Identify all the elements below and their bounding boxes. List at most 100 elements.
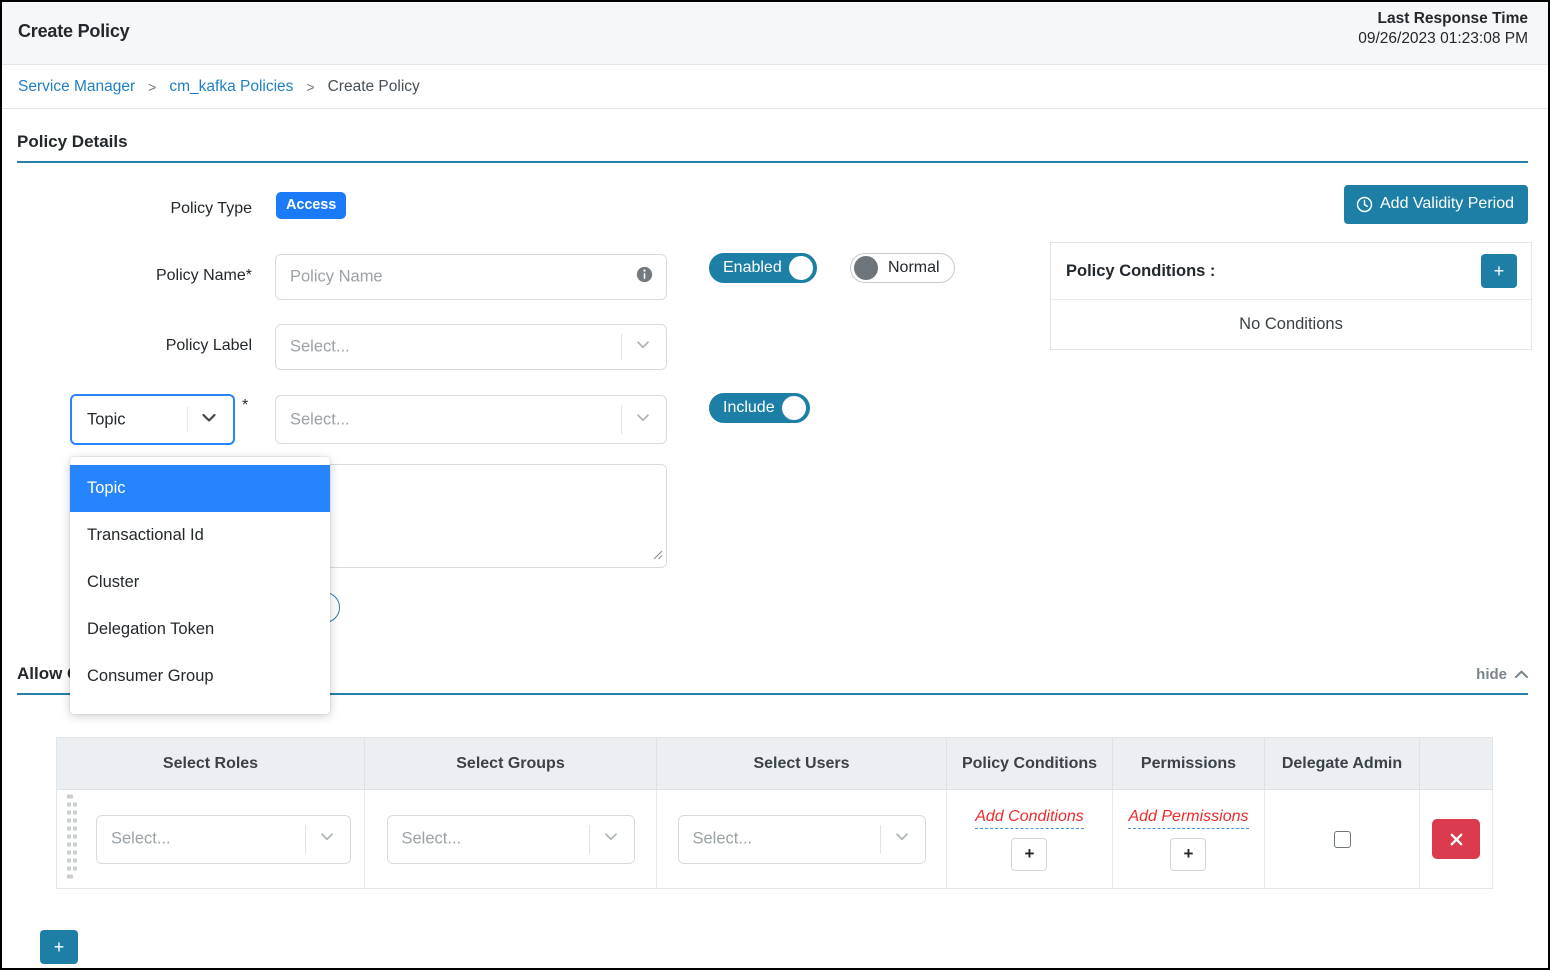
clock-icon [1356, 196, 1373, 213]
column-header-permissions: Permissions [1113, 738, 1265, 789]
resource-type-select[interactable]: Topic [70, 394, 235, 445]
normal-toggle[interactable]: Normal [850, 253, 955, 283]
resource-value-select[interactable]: Select... [275, 395, 667, 444]
users-placeholder: Select... [693, 830, 753, 849]
column-header-select-roles: Select Roles [57, 738, 365, 789]
allow-conditions-table: Select Roles Select Groups Select Users … [56, 737, 1493, 889]
add-validity-period-label: Add Validity Period [1380, 195, 1514, 213]
roles-placeholder: Select... [111, 830, 171, 849]
add-conditions-button[interactable]: + [1011, 838, 1047, 871]
drag-handle-icon[interactable] [66, 793, 79, 886]
users-select[interactable]: Select... [678, 815, 926, 864]
policy-type-label: Policy Type [42, 200, 252, 218]
dropdown-option-transactional-id[interactable]: Transactional Id [70, 512, 330, 559]
policy-name-placeholder: Policy Name [290, 268, 383, 287]
include-toggle[interactable]: Include [709, 393, 810, 423]
roles-select[interactable]: Select... [96, 815, 351, 864]
include-toggle-label: Include [710, 399, 775, 417]
cell-select-roles: Select... [57, 790, 365, 888]
normal-toggle-label: Normal [879, 259, 940, 277]
dropdown-option-consumer-group[interactable]: Consumer Group [70, 653, 330, 700]
groups-select[interactable]: Select... [387, 815, 635, 864]
last-response-time-value: 09/26/2023 01:23:08 PM [1358, 28, 1528, 49]
resource-type-value: Topic [87, 410, 126, 429]
dropdown-option-delegation-token[interactable]: Delegation Token [70, 606, 330, 653]
groups-placeholder: Select... [402, 830, 462, 849]
policy-conditions-panel: Policy Conditions : + No Conditions [1050, 242, 1532, 350]
top-bar: Create Policy Last Response Time 09/26/2… [2, 2, 1548, 65]
dropdown-option-cluster[interactable]: Cluster [70, 559, 330, 606]
breadcrumb-separator-1: > [148, 79, 156, 95]
policy-type-badge[interactable]: Access [276, 192, 346, 219]
column-header-select-users: Select Users [657, 738, 947, 789]
info-icon[interactable] [636, 266, 653, 288]
policy-name-label: Policy Name* [42, 267, 252, 285]
breadcrumb: Service Manager > cm_kafka Policies > Cr… [2, 65, 1548, 109]
close-icon [1449, 832, 1464, 847]
policy-details-rule [17, 161, 1528, 163]
resource-type-dropdown-menu[interactable]: Topic Transactional Id Cluster Delegatio… [70, 457, 330, 714]
add-permissions-button[interactable]: + [1170, 838, 1206, 871]
resource-value-divider [621, 405, 622, 434]
page-title: Create Policy [18, 21, 129, 42]
cell-policy-conditions: Add Conditions + [947, 790, 1113, 888]
groups-divider [589, 825, 590, 854]
chevron-down-icon [893, 828, 911, 851]
normal-toggle-knob [854, 256, 878, 280]
roles-divider [305, 825, 306, 854]
breadcrumb-item-create-policy: Create Policy [328, 78, 420, 96]
add-validity-period-button[interactable]: Add Validity Period [1344, 185, 1528, 224]
enabled-toggle-knob [789, 256, 813, 280]
cell-permissions: Add Permissions + [1113, 790, 1265, 888]
policy-conditions-title: Policy Conditions : [1066, 262, 1215, 281]
chevron-down-icon [634, 408, 652, 431]
app-window: Create Policy Last Response Time 09/26/2… [0, 0, 1550, 970]
resize-grip-icon[interactable] [649, 546, 663, 565]
resource-required-asterisk: * [242, 397, 248, 415]
breadcrumb-item-cm-kafka-policies[interactable]: cm_kafka Policies [169, 78, 293, 96]
column-header-select-groups: Select Groups [365, 738, 657, 789]
column-header-actions [1420, 738, 1492, 789]
policy-label-label: Policy Label [42, 337, 252, 355]
resource-value-placeholder: Select... [290, 410, 350, 429]
delegate-admin-checkbox[interactable] [1334, 831, 1351, 848]
column-header-policy-conditions: Policy Conditions [947, 738, 1113, 789]
cell-delegate-admin [1265, 790, 1420, 888]
last-response-time: Last Response Time 09/26/2023 01:23:08 P… [1358, 9, 1528, 49]
chevron-down-icon [634, 336, 652, 359]
include-toggle-knob [782, 396, 806, 420]
chevron-up-icon [1515, 666, 1528, 683]
policy-details-title: Policy Details [17, 132, 1528, 161]
policy-details-section-header: Policy Details [17, 132, 1528, 163]
allow-conditions-hide-label: hide [1476, 666, 1507, 683]
add-permissions-link[interactable]: Add Permissions [1128, 808, 1248, 829]
cell-select-groups: Select... [365, 790, 657, 888]
policy-name-input[interactable]: Policy Name [275, 254, 667, 300]
breadcrumb-item-service-manager[interactable]: Service Manager [18, 78, 135, 96]
allow-conditions-hide-toggle[interactable]: hide [1476, 666, 1528, 683]
delete-row-button[interactable] [1432, 819, 1480, 859]
policy-label-divider [621, 334, 622, 360]
enabled-toggle-label: Enabled [710, 259, 782, 277]
enabled-toggle[interactable]: Enabled [709, 253, 817, 283]
table-header-row: Select Roles Select Groups Select Users … [57, 738, 1492, 790]
add-conditions-link[interactable]: Add Conditions [975, 808, 1084, 829]
table-row: Select... Select... [57, 790, 1492, 888]
policy-conditions-header: Policy Conditions : + [1051, 243, 1531, 300]
chevron-down-icon [199, 407, 219, 432]
last-response-time-label: Last Response Time [1358, 9, 1528, 28]
cell-select-users: Select... [657, 790, 947, 888]
policy-label-select[interactable]: Select... [275, 324, 667, 370]
dropdown-option-topic[interactable]: Topic [70, 465, 330, 512]
description-textarea[interactable] [275, 464, 667, 568]
column-header-delegate-admin: Delegate Admin [1265, 738, 1420, 789]
add-row-button[interactable]: + [40, 930, 78, 964]
policy-conditions-empty: No Conditions [1051, 300, 1531, 349]
policy-label-placeholder: Select... [290, 338, 350, 357]
resource-type-divider [187, 407, 188, 432]
users-divider [880, 825, 881, 854]
policy-conditions-add-button[interactable]: + [1481, 254, 1517, 288]
chevron-down-icon [318, 828, 336, 851]
breadcrumb-separator-2: > [306, 79, 314, 95]
cell-row-actions [1420, 790, 1492, 888]
